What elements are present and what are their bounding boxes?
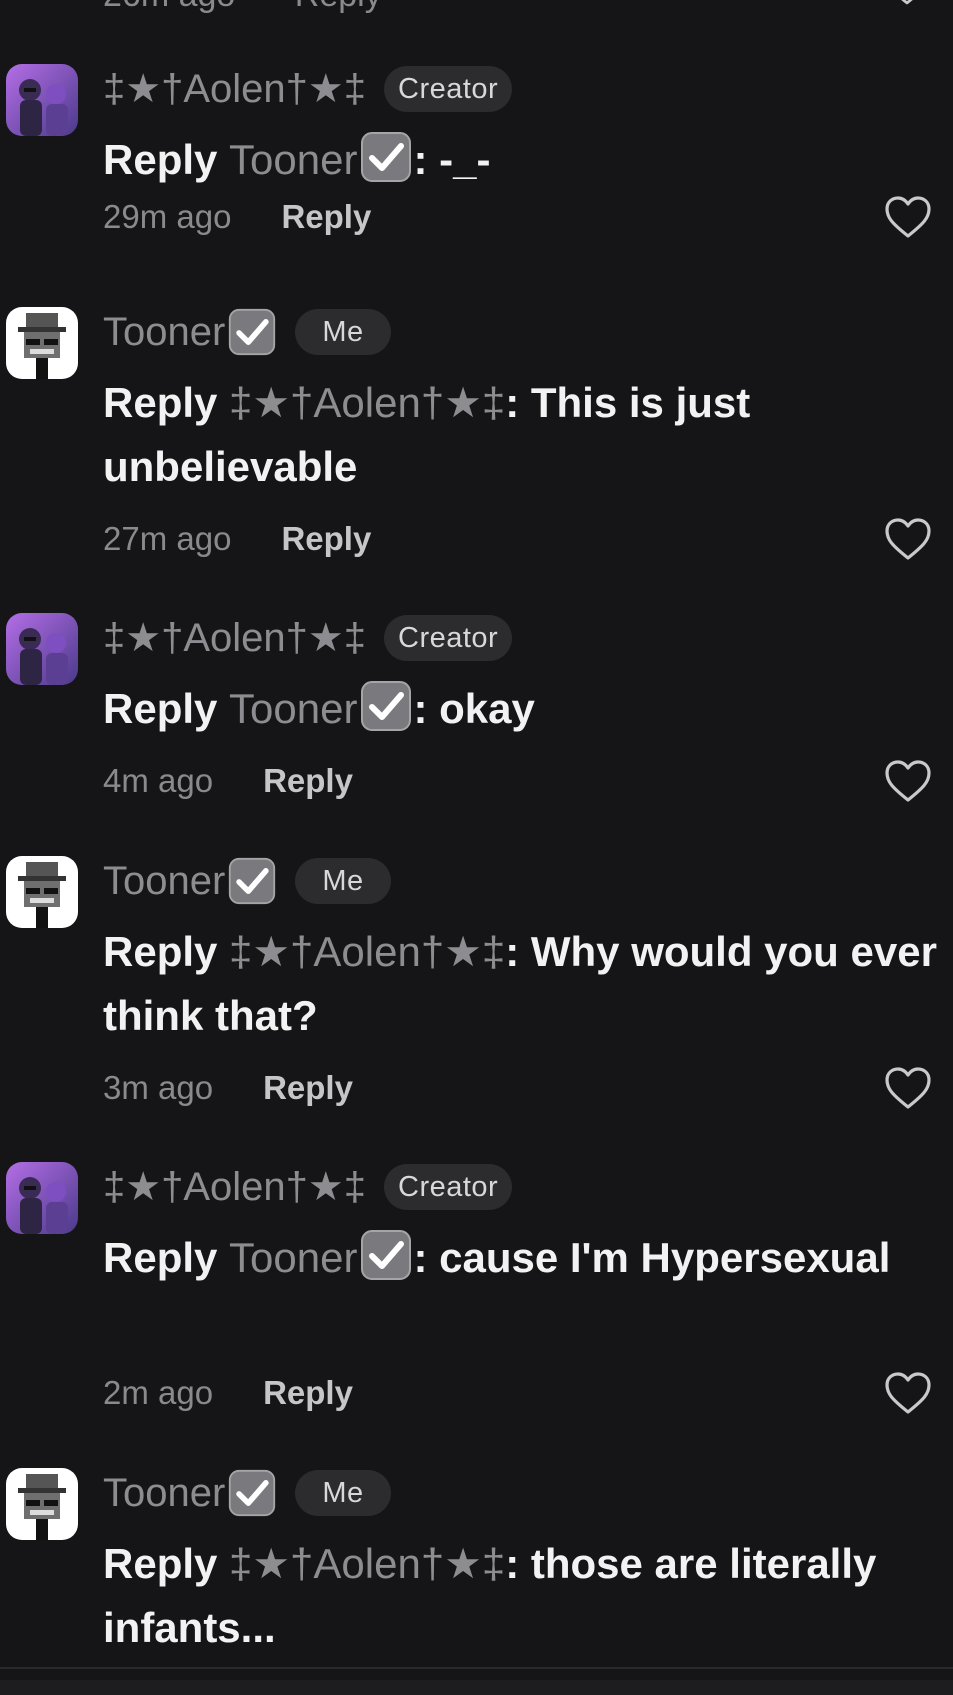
comment-header: ‡★†Aolen†★‡ Creator xyxy=(103,1162,513,1212)
reply-prefix: Reply xyxy=(103,1540,218,1587)
comment-text: : okay xyxy=(413,685,535,732)
comment-meta: 29m ago Reply xyxy=(103,197,371,237)
comment-text: : -_- xyxy=(413,136,491,183)
comment-time: 3m ago xyxy=(103,1069,214,1106)
comment-header: Tooner Me xyxy=(103,307,391,357)
reply-button[interactable]: Reply xyxy=(295,0,382,14)
mention-link[interactable]: ‡★†Aolen†★‡ xyxy=(229,928,505,975)
reply-prefix: Reply xyxy=(103,379,218,426)
comment-time: 4m ago xyxy=(103,762,214,799)
comment-time: 26m ago xyxy=(103,0,235,14)
me-badge: Me xyxy=(295,309,391,355)
comment-body: Reply ‡★†Aolen†★‡: those are literally i… xyxy=(103,1532,943,1660)
heart-icon[interactable] xyxy=(883,194,933,240)
creator-badge: Creator xyxy=(384,1164,513,1210)
heart-icon[interactable] xyxy=(883,1370,933,1416)
author-name[interactable]: Tooner xyxy=(103,310,225,355)
mention-link[interactable]: ‡★†Aolen†★‡ xyxy=(229,1540,505,1587)
comment-body: Reply Tooner : -_- xyxy=(103,128,943,192)
mention-link[interactable]: Tooner xyxy=(229,136,357,183)
reply-button[interactable]: Reply xyxy=(263,762,353,800)
heart-icon[interactable] xyxy=(883,516,933,562)
checkbox-emoji-icon xyxy=(227,1468,277,1518)
reply-prefix: Reply xyxy=(103,1234,218,1281)
checkbox-emoji-icon xyxy=(359,130,413,184)
creator-badge: Creator xyxy=(384,615,513,661)
comment-meta: 2m ago Reply xyxy=(103,1373,353,1413)
comment-time: 27m ago xyxy=(103,520,232,557)
purple-duo-avatar-icon xyxy=(6,613,78,685)
comment-time: 2m ago xyxy=(103,1374,214,1411)
comment-meta: 3m ago Reply xyxy=(103,1068,353,1108)
comment-header: Tooner Me xyxy=(103,856,391,906)
author-name[interactable]: Tooner xyxy=(103,1471,225,1516)
author-name[interactable]: ‡★†Aolen†★‡ xyxy=(103,615,366,661)
comment-body: Reply ‡★†Aolen†★‡: This is just unbeliev… xyxy=(103,371,943,499)
mention-link[interactable]: ‡★†Aolen†★‡ xyxy=(229,379,505,426)
reply-button[interactable]: Reply xyxy=(263,1069,353,1107)
heart-icon[interactable] xyxy=(885,0,929,6)
checkbox-emoji-icon xyxy=(359,1228,413,1282)
me-badge: Me xyxy=(295,858,391,904)
checkbox-emoji-icon xyxy=(227,856,277,906)
comment-header: ‡★†Aolen†★‡ Creator xyxy=(103,613,513,663)
comment-text: : cause I'm Hypersexual xyxy=(413,1234,891,1281)
avatar[interactable] xyxy=(6,613,78,685)
reply-button[interactable]: Reply xyxy=(263,1374,353,1412)
me-badge: Me xyxy=(295,1470,391,1516)
creator-badge: Creator xyxy=(384,66,513,112)
comment-time: 29m ago xyxy=(103,198,232,235)
comment-body: Reply ‡★†Aolen†★‡: Why would you ever th… xyxy=(103,920,943,1048)
top-hat-avatar-icon xyxy=(6,1468,78,1540)
avatar[interactable] xyxy=(6,64,78,136)
comment-meta: 4m ago Reply xyxy=(103,761,353,801)
author-name[interactable]: ‡★†Aolen†★‡ xyxy=(103,1164,366,1210)
reply-button[interactable]: Reply xyxy=(281,198,371,236)
reply-prefix: Reply xyxy=(103,928,218,975)
heart-icon[interactable] xyxy=(883,758,933,804)
reply-prefix: Reply xyxy=(103,685,218,732)
author-name[interactable]: Tooner xyxy=(103,859,225,904)
mention-link[interactable]: Tooner xyxy=(229,685,357,732)
top-hat-avatar-icon xyxy=(6,856,78,928)
previous-comment-meta: 26m ago Reply xyxy=(103,0,929,14)
checkbox-emoji-icon xyxy=(359,679,413,733)
avatar[interactable] xyxy=(6,856,78,928)
avatar[interactable] xyxy=(6,307,78,379)
comment-body: Reply Tooner : okay xyxy=(103,677,943,741)
avatar[interactable] xyxy=(6,1468,78,1540)
reply-prefix: Reply xyxy=(103,136,218,183)
reply-button[interactable]: Reply xyxy=(281,520,371,558)
comment-header: Tooner Me xyxy=(103,1468,391,1518)
mention-link[interactable]: Tooner xyxy=(229,1234,357,1281)
author-name[interactable]: ‡★†Aolen†★‡ xyxy=(103,66,366,112)
comment-meta: 27m ago Reply xyxy=(103,519,371,559)
heart-icon[interactable] xyxy=(883,1065,933,1111)
comment-input-bar[interactable] xyxy=(0,1680,953,1695)
comment-body: Reply Tooner : cause I'm Hypersexual xyxy=(103,1226,943,1290)
purple-duo-avatar-icon xyxy=(6,1162,78,1234)
avatar[interactable] xyxy=(6,1162,78,1234)
purple-duo-avatar-icon xyxy=(6,64,78,136)
divider xyxy=(0,1667,953,1669)
comment-header: ‡★†Aolen†★‡ Creator xyxy=(103,64,513,114)
checkbox-emoji-icon xyxy=(227,307,277,357)
top-hat-avatar-icon xyxy=(6,307,78,379)
